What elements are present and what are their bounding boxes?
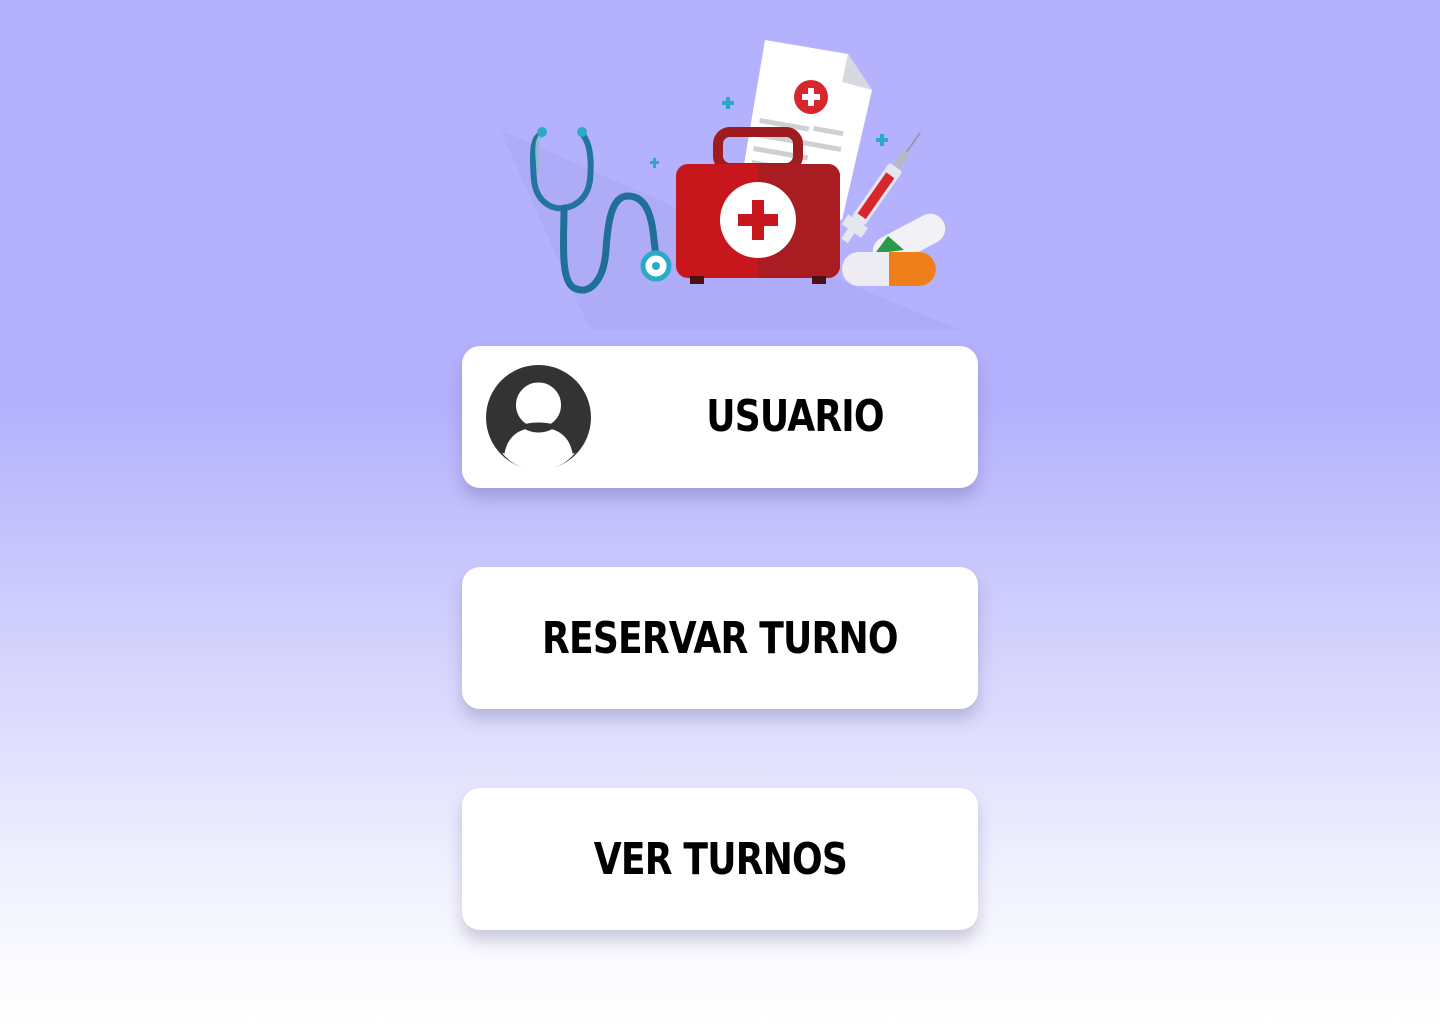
user-avatar-icon [486,365,591,470]
medical-kit-illustration [500,40,960,330]
medical-illustration [490,30,960,330]
usuario-button[interactable]: USUARIO [462,346,978,488]
reservar-turno-button[interactable]: RESERVAR TURNO [462,567,978,709]
ver-turnos-button[interactable]: VER TURNOS [462,788,978,930]
reservar-turno-label: RESERVAR TURNO [542,612,898,664]
ver-turnos-label: VER TURNOS [593,833,847,885]
usuario-label: USUARIO [706,391,884,442]
